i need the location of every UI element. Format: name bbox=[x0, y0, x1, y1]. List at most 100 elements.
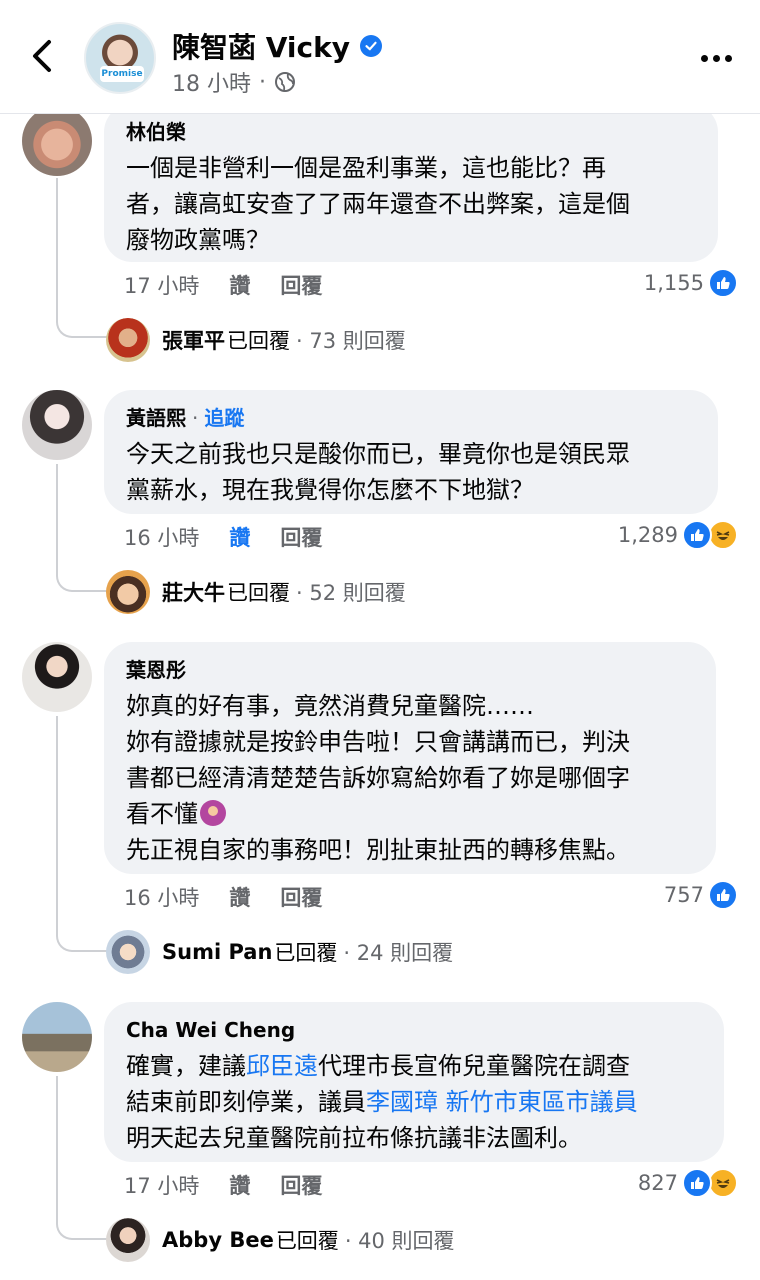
haha-reaction-icon bbox=[708, 520, 738, 550]
more-dot bbox=[700, 54, 708, 62]
comment-text-segment: 結束前即刻停業，議員 bbox=[126, 1088, 366, 1116]
meta-separator: · bbox=[259, 69, 266, 95]
view-replies[interactable]: 張軍平 已回覆 · 73 則回覆 bbox=[106, 318, 406, 362]
reaction-summary[interactable]: 757 bbox=[664, 880, 738, 910]
comment-text: 一個是非營利一個是盈利事業，這也能比？再 者，讓高虹安查了了兩年還查不出弊案，這… bbox=[126, 150, 696, 258]
reply-button[interactable]: 回覆 bbox=[280, 270, 322, 300]
replier-avatar bbox=[106, 318, 150, 362]
comment-author-row: 林伯榮 bbox=[126, 118, 696, 146]
page-name[interactable]: 陳智菡 Vicky bbox=[172, 26, 350, 66]
comment-time[interactable]: 17 小時 bbox=[124, 1170, 199, 1200]
replier-avatar bbox=[106, 1218, 150, 1262]
comment-line: 今天之前我也只是酸你而已，畢竟你也是領民眾 bbox=[126, 440, 630, 468]
like-reaction-icon bbox=[682, 1168, 712, 1198]
post-meta: 18 小時 · bbox=[172, 66, 296, 98]
comment-text-segment: 確實，建議 bbox=[126, 1052, 246, 1080]
comment-bubble: 黃語熙 · 追蹤 今天之前我也只是酸你而已，畢竟你也是領民眾 黨薪水，現在我覺得… bbox=[104, 390, 718, 514]
reaction-summary[interactable]: 1,289 bbox=[618, 520, 738, 550]
replied-label: 已回覆 bbox=[274, 941, 338, 965]
comment-author[interactable]: Cha Wei Cheng bbox=[126, 1016, 295, 1044]
comment-line: 先正視自家的事務吧！別扯東扯西的轉移焦點。 bbox=[126, 836, 630, 864]
like-button[interactable]: 讚 bbox=[229, 882, 250, 912]
comment-bubble: 葉恩彤 妳真的好有事，竟然消費兒童醫院…… 妳有證據就是按鈴申告啦！只會講講而已… bbox=[104, 642, 716, 874]
like-reaction-icon bbox=[708, 880, 738, 910]
comment-line: 廢物政黨嗎？ bbox=[126, 226, 270, 254]
comment-actions: 16 小時 讚 回覆 bbox=[124, 882, 322, 912]
commenter-avatar[interactable] bbox=[22, 1002, 92, 1072]
mention-link[interactable]: 李國璋 新竹市東區市議員 bbox=[366, 1088, 638, 1116]
mention-link[interactable]: 邱臣遠 bbox=[246, 1052, 318, 1080]
person-shrugging-emoji-icon bbox=[200, 800, 226, 826]
comment-line: 黨薪水，現在我覺得你怎麼不下地獄？ bbox=[126, 476, 534, 504]
comment-line: 確實，建議邱臣遠代理市長宣佈兒童醫院在調查 bbox=[126, 1048, 702, 1084]
reaction-count: 1,289 bbox=[617, 523, 678, 547]
reply-count: · 73 則回覆 bbox=[296, 329, 406, 353]
thread-line bbox=[56, 1076, 108, 1240]
thread-line bbox=[56, 464, 108, 592]
reaction-summary[interactable]: 827 bbox=[638, 1168, 738, 1198]
reaction-summary[interactable]: 1,155 bbox=[644, 268, 738, 298]
comment-actions: 16 小時 讚 回覆 bbox=[124, 522, 322, 552]
comment-time[interactable]: 16 小時 bbox=[124, 882, 199, 912]
view-replies[interactable]: Abby Bee 已回覆 · 40 則回覆 bbox=[106, 1218, 455, 1262]
comment-bubble: Cha Wei Cheng 確實，建議邱臣遠代理市長宣佈兒童醫院在調查 結束前即… bbox=[104, 1002, 724, 1162]
like-reaction-icon bbox=[682, 520, 712, 550]
more-dot bbox=[712, 54, 720, 62]
reply-button[interactable]: 回覆 bbox=[280, 882, 322, 912]
comment-time[interactable]: 17 小時 bbox=[124, 270, 199, 300]
comment-line: 一個是非營利一個是盈利事業，這也能比？再 bbox=[126, 154, 606, 182]
comment-bubble: 林伯榮 一個是非營利一個是盈利事業，這也能比？再 者，讓高虹安查了了兩年還查不出… bbox=[104, 104, 718, 262]
replier-name: 莊大牛 bbox=[162, 581, 225, 605]
verified-badge-icon bbox=[360, 35, 382, 57]
comment-actions: 17 小時 讚 回覆 bbox=[124, 1170, 322, 1200]
page-name-row[interactable]: 陳智菡 Vicky bbox=[172, 26, 382, 66]
comment-author[interactable]: 葉恩彤 bbox=[126, 656, 186, 684]
comment-time[interactable]: 16 小時 bbox=[124, 522, 199, 552]
comment-author-row: 黃語熙 · 追蹤 bbox=[126, 404, 696, 432]
view-replies[interactable]: Sumi Pan 已回覆 · 24 則回覆 bbox=[106, 930, 453, 974]
thread-line bbox=[56, 716, 108, 952]
comment-line: 看不懂 bbox=[126, 796, 694, 832]
reply-count: · 40 則回覆 bbox=[344, 1229, 455, 1253]
comment-author-row: 葉恩彤 bbox=[126, 656, 694, 684]
comment-text: 妳真的好有事，竟然消費兒童醫院…… 妳有證據就是按鈴申告啦！只會講講而已，判決 … bbox=[126, 688, 694, 868]
replier-avatar bbox=[106, 930, 150, 974]
comment-line-text: 看不懂 bbox=[126, 800, 198, 828]
reply-count: · 52 則回覆 bbox=[296, 581, 406, 605]
more-options-button[interactable] bbox=[690, 44, 742, 72]
comment-line: 者，讓高虹安查了了兩年還查不出弊案，這是個 bbox=[126, 190, 630, 218]
replier-name: Abby Bee bbox=[162, 1228, 274, 1252]
comment-author[interactable]: 黃語熙 bbox=[126, 404, 186, 432]
reaction-count: 1,155 bbox=[643, 271, 704, 295]
reaction-count: 827 bbox=[637, 1171, 678, 1195]
reaction-count: 757 bbox=[663, 883, 704, 907]
follow-button[interactable]: 追蹤 bbox=[204, 404, 244, 432]
like-button[interactable]: 讚 bbox=[229, 1170, 250, 1200]
replied-label: 已回覆 bbox=[275, 1229, 339, 1253]
comment-author-row: Cha Wei Cheng bbox=[126, 1016, 702, 1044]
post-header: Promise 陳智菡 Vicky 18 小時 · bbox=[0, 0, 760, 114]
reply-button[interactable]: 回覆 bbox=[280, 522, 322, 552]
like-button[interactable]: 讚 bbox=[229, 522, 250, 552]
comment-text-segment: 代理市長宣佈兒童醫院在調查 bbox=[318, 1052, 630, 1080]
chevron-left-icon bbox=[33, 40, 51, 72]
commenter-avatar[interactable] bbox=[22, 390, 92, 460]
reply-button[interactable]: 回覆 bbox=[280, 1170, 322, 1200]
author-separator: · bbox=[192, 406, 199, 430]
back-button[interactable] bbox=[24, 36, 60, 76]
comment-author[interactable]: 林伯榮 bbox=[126, 118, 186, 146]
reply-count: · 24 則回覆 bbox=[343, 941, 454, 965]
post-time[interactable]: 18 小時 bbox=[172, 66, 251, 98]
commenter-avatar[interactable] bbox=[22, 642, 92, 712]
comment-text: 確實，建議邱臣遠代理市長宣佈兒童醫院在調查 結束前即刻停業，議員李國璋 新竹市東… bbox=[126, 1048, 702, 1156]
page-avatar[interactable]: Promise bbox=[84, 22, 156, 94]
replier-avatar bbox=[106, 570, 150, 614]
comment-line: 書都已經清清楚楚告訴妳寫給妳看了妳是哪個字 bbox=[126, 764, 630, 792]
commenter-avatar[interactable] bbox=[22, 106, 92, 176]
comment-line: 妳真的好有事，竟然消費兒童醫院…… bbox=[126, 692, 534, 720]
view-replies[interactable]: 莊大牛 已回覆 · 52 則回覆 bbox=[106, 570, 406, 614]
comment-actions: 17 小時 讚 回覆 bbox=[124, 270, 322, 300]
comment-line: 結束前即刻停業，議員李國璋 新竹市東區市議員 bbox=[126, 1084, 702, 1120]
like-button[interactable]: 讚 bbox=[229, 270, 250, 300]
thread-line bbox=[56, 178, 108, 338]
